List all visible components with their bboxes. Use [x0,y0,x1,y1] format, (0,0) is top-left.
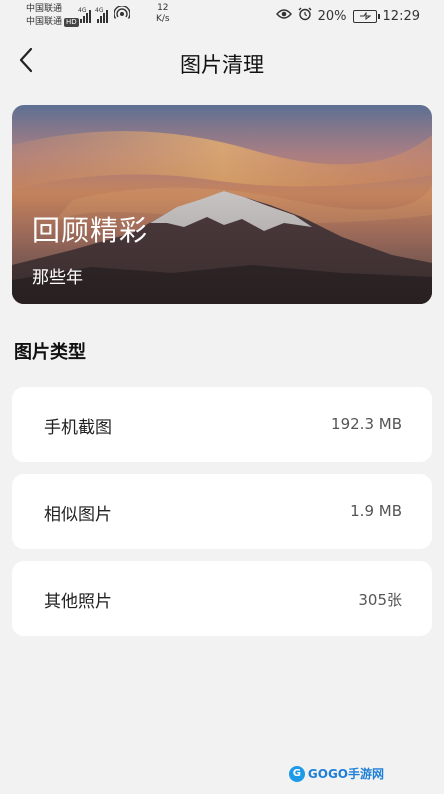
app-header: 图片清理 [0,34,444,92]
hd-badge: HD [64,18,79,27]
watermark: G GOGO手游网 [288,765,384,782]
status-right: 20% 12:29 [275,7,420,25]
eye-icon [275,8,292,24]
category-label: 相似图片 [44,505,112,525]
clock-time: 12:29 [382,8,420,24]
banner-title: 回顾精彩 [32,214,149,247]
hotspot-icon [113,5,131,23]
category-card-other[interactable]: 其他照片 305张 [12,561,432,636]
category-card-similar[interactable]: 相似图片 1.9 MB [12,474,432,549]
carrier-1-label: 中国联通 [26,4,63,14]
carrier-2-label: 中国联通 [26,17,63,27]
status-bar: 中国联通 中国联通 HD 4G 4G 12 K/s 20% 12:29 [0,0,444,34]
category-size: 192.3 MB [331,415,402,433]
watermark-logo-icon: G [288,765,305,782]
network-type-2: 4G [95,7,104,14]
network-type-1: 4G [78,7,87,14]
watermark-text: GOGO手游网 [307,767,384,781]
page-title: 图片清理 [180,53,264,77]
category-label: 手机截图 [44,418,112,438]
alarm-icon [298,7,312,25]
battery-icon [352,9,380,23]
signal-indicators: 4G 4G [78,5,131,23]
section-title: 图片类型 [14,342,86,363]
network-speed-value: 12 [157,3,169,13]
category-count: 305张 [358,591,402,609]
battery-percent: 20% [317,8,347,24]
signal-strength-icon-2: 4G [95,7,108,23]
network-speed-unit: K/s [156,14,170,24]
memories-banner[interactable]: 回顾精彩 那些年 [12,105,432,304]
carrier-info: 中国联通 中国联通 HD [26,3,79,29]
network-speed: 12 K/s [156,3,170,25]
category-label: 其他照片 [44,592,112,612]
signal-strength-icon-1: 4G [78,7,91,23]
category-size: 1.9 MB [350,502,402,520]
banner-subtitle: 那些年 [32,268,83,288]
category-card-screenshots[interactable]: 手机截图 192.3 MB [12,387,432,462]
